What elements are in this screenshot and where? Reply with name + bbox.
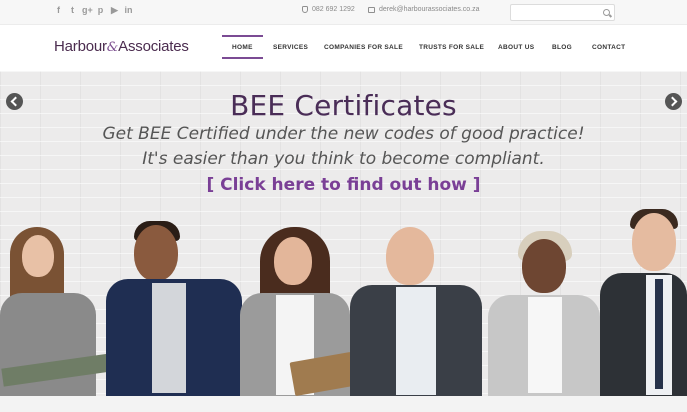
bottom-strip: [0, 396, 687, 412]
page: f t g+ p ▶ in 082 692 1292 derek@harbour…: [0, 0, 687, 412]
social-links: f t g+ p ▶ in: [54, 5, 133, 16]
site-header: Harbour&Associates HOME SERVICES COMPANI…: [0, 25, 687, 71]
phone-contact[interactable]: 082 692 1292: [302, 6, 355, 13]
twitter-icon[interactable]: t: [68, 5, 77, 16]
nav-services[interactable]: SERVICES: [273, 44, 308, 51]
nav-about-us[interactable]: ABOUT US: [498, 44, 534, 51]
slider-prev-arrow-icon[interactable]: [6, 93, 23, 110]
email-contact[interactable]: derek@harbourassociates.co.za: [368, 6, 480, 13]
hero-subtitle-line-2: It's easier than you think to become com…: [142, 149, 545, 169]
hero-subtitle-line-1: Get BEE Certified under the new codes of…: [102, 124, 585, 144]
google-plus-icon[interactable]: g+: [82, 5, 93, 16]
logo-ampersand: &: [106, 40, 119, 55]
top-bar: f t g+ p ▶ in 082 692 1292 derek@harbour…: [0, 0, 687, 25]
nav-companies-for-sale[interactable]: COMPANIES FOR SALE: [324, 44, 403, 51]
logo-text-harbour: Harbour: [54, 38, 107, 55]
hero-slider: BEE Certificates Get BEE Certified under…: [0, 71, 687, 396]
logo-text-associates: Associates: [118, 38, 189, 55]
facebook-icon[interactable]: f: [54, 5, 63, 16]
nav-blog[interactable]: BLOG: [552, 44, 572, 51]
search-icon[interactable]: [603, 9, 610, 16]
search-box: [510, 4, 615, 21]
nav-contact[interactable]: CONTACT: [592, 44, 625, 51]
youtube-icon[interactable]: ▶: [110, 5, 119, 16]
phone-icon: [302, 6, 308, 13]
nav-trusts-for-sale[interactable]: TRUSTS FOR SALE: [419, 44, 484, 51]
linkedin-icon[interactable]: in: [124, 5, 133, 16]
pinterest-icon[interactable]: p: [96, 5, 105, 16]
slider-next-arrow-icon[interactable]: [665, 93, 682, 110]
nav-home[interactable]: HOME: [222, 35, 263, 59]
hero-cta-link[interactable]: [ Click here to find out how ]: [0, 175, 687, 195]
email-address: derek@harbourassociates.co.za: [379, 6, 480, 13]
site-logo[interactable]: Harbour&Associates: [54, 38, 189, 55]
envelope-icon: [368, 6, 375, 13]
hero-title: BEE Certificates: [230, 89, 457, 122]
search-input[interactable]: [514, 7, 600, 18]
phone-number: 082 692 1292: [312, 6, 355, 13]
